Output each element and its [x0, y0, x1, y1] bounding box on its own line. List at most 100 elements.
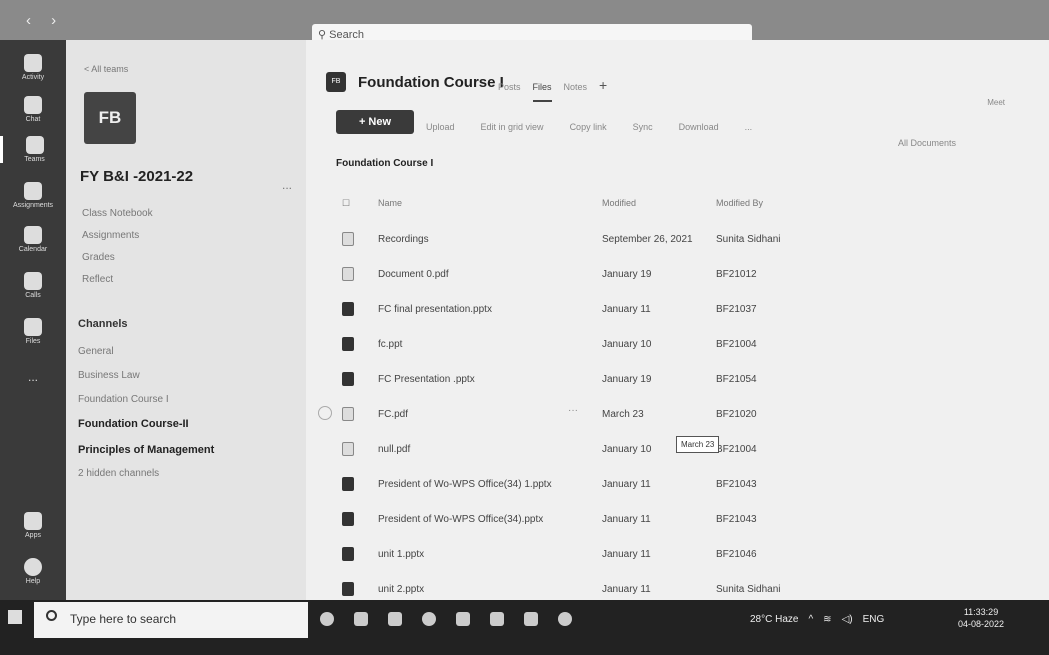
calendar-icon — [24, 226, 42, 244]
store-icon[interactable] — [456, 612, 470, 626]
file-name[interactable]: Recordings — [378, 234, 429, 245]
new-button[interactable]: + New — [336, 110, 414, 134]
sidebar-item-reflect[interactable]: Reflect — [82, 274, 113, 285]
file-icon — [24, 318, 42, 336]
sidebar-item-grades[interactable]: Grades — [82, 252, 115, 263]
file-modified: September 26, 2021 — [602, 234, 693, 245]
edit-grid-button[interactable]: Edit in grid view — [481, 122, 544, 132]
file-name[interactable]: null.pdf — [378, 444, 410, 455]
channel-foundation-course-i[interactable]: Foundation Course I — [78, 394, 169, 405]
file-modified: January 11 — [602, 479, 651, 490]
language-indicator[interactable]: ENG — [863, 614, 885, 625]
rail-assignments[interactable]: Assignments — [0, 182, 66, 209]
apps-icon — [24, 512, 42, 530]
file-row[interactable]: unit 1.pptx January 11 BF21046 — [306, 537, 1049, 573]
file-modified-by: BF21046 — [716, 549, 757, 560]
file-row[interactable]: Document 0.pdf January 19 BF21012 — [306, 257, 1049, 293]
task-view-icon[interactable] — [354, 612, 368, 626]
pdf-file-icon — [342, 442, 354, 456]
teams-taskbar-icon[interactable] — [490, 612, 504, 626]
file-name[interactable]: Document 0.pdf — [378, 269, 449, 280]
weather[interactable]: 28°C Haze — [750, 614, 798, 625]
ppt-file-icon — [342, 547, 354, 561]
file-row[interactable]: FC final presentation.pptx January 11 BF21… — [306, 292, 1049, 328]
help-icon — [24, 558, 42, 576]
chrome-icon[interactable] — [558, 612, 572, 626]
file-row[interactable]: FC Presentation .pptx January 19 BF21054 — [306, 362, 1049, 398]
upload-button[interactable]: Upload — [426, 122, 455, 132]
column-modified-by[interactable]: Modified By — [716, 198, 763, 208]
breadcrumb[interactable]: Foundation Course I — [336, 158, 433, 169]
sidebar-item-class-notebook[interactable]: Class Notebook — [82, 208, 153, 219]
hidden-channels-link[interactable]: 2 hidden channels — [78, 468, 159, 479]
file-modified: January 11 — [602, 549, 651, 560]
file-modified-by: BF21004 — [716, 339, 757, 350]
rail-help[interactable]: Help — [0, 558, 66, 585]
word-icon[interactable] — [524, 612, 538, 626]
file-name[interactable]: President of Wo-WPS Office(34).pptx — [378, 514, 543, 525]
file-row[interactable]: fc.ppt January 10 BF21004 — [306, 327, 1049, 363]
tab-notes[interactable]: Notes — [564, 82, 588, 102]
file-modified-by: BF21043 — [716, 479, 757, 490]
file-row[interactable]: President of Wo-WPS Office(34).pptx Janua… — [306, 502, 1049, 538]
system-tray: 28°C Haze ^ ≋ ◁) ENG — [750, 614, 884, 625]
team-more-options[interactable]: ... — [282, 178, 292, 192]
file-modified-by: BF21043 — [716, 514, 757, 525]
folder-icon[interactable] — [388, 612, 402, 626]
channel-general[interactable]: General — [78, 346, 114, 357]
ppt-file-icon — [342, 337, 354, 351]
windows-start-icon[interactable] — [8, 610, 22, 624]
tab-posts[interactable]: Posts — [498, 82, 521, 102]
bell-icon — [24, 54, 42, 72]
main-panel: FB Foundation Course I Posts Files Notes… — [306, 40, 1049, 600]
file-row[interactable]: President of Wo-WPS Office(34) 1.pptx Jan… — [306, 467, 1049, 503]
file-modified-by: BF21054 — [716, 374, 757, 385]
edge-icon[interactable] — [422, 612, 436, 626]
file-name[interactable]: unit 1.pptx — [378, 549, 424, 560]
channel-foundation-course-ii[interactable]: Foundation Course-II — [78, 418, 189, 430]
taskbar-search[interactable]: Type here to search — [34, 602, 308, 638]
column-modified[interactable]: Modified — [602, 198, 636, 208]
column-name[interactable]: Name — [378, 198, 402, 208]
download-button[interactable]: Download — [679, 122, 719, 132]
file-name[interactable]: FC Presentation .pptx — [378, 374, 475, 385]
row-more-icon[interactable]: ··· — [568, 405, 578, 416]
rail-more[interactable]: ... — [0, 370, 66, 384]
meet-button[interactable]: Meet — [987, 98, 1005, 107]
file-name[interactable]: FC.pdf — [378, 409, 408, 420]
channel-business-law[interactable]: Business Law — [78, 370, 140, 381]
clock[interactable]: 11:33:29 04-08-2022 — [958, 606, 1004, 630]
rail-files[interactable]: Files — [0, 318, 66, 345]
rail-teams[interactable]: Teams — [0, 136, 66, 163]
file-type-header-icon: ☐ — [342, 198, 351, 208]
sidebar-item-assignments[interactable]: Assignments — [82, 230, 139, 241]
back-to-teams-link[interactable]: < All teams — [84, 64, 128, 74]
volume-icon[interactable]: ◁) — [842, 614, 853, 625]
copy-link-button[interactable]: Copy link — [570, 122, 607, 132]
tab-files[interactable]: Files — [532, 82, 552, 102]
network-icon[interactable]: ≋ — [823, 614, 831, 625]
file-name[interactable]: fc.ppt — [378, 339, 402, 350]
rail-chat[interactable]: Chat — [0, 96, 66, 123]
file-modified: January 19 — [602, 269, 652, 280]
channel-principles-of-management[interactable]: Principles of Management — [78, 444, 214, 456]
cortana-icon[interactable] — [320, 612, 334, 626]
file-name[interactable]: FC final presentation.pptx — [378, 304, 492, 315]
file-row[interactable]: Recordings September 26, 2021 Sunita Sidha… — [306, 222, 1049, 258]
more-actions-button[interactable]: ... — [745, 122, 753, 132]
ppt-file-icon — [342, 477, 354, 491]
row-select-checkbox[interactable] — [318, 406, 332, 420]
view-selector[interactable]: All Documents — [898, 138, 956, 148]
rail-activity[interactable]: Activity — [0, 54, 66, 81]
rail-apps[interactable]: Apps — [0, 512, 66, 539]
rail-calls[interactable]: Calls — [0, 272, 66, 299]
file-name[interactable]: unit 2.pptx — [378, 584, 424, 595]
add-tab-button[interactable]: + — [599, 77, 607, 102]
nav-arrows[interactable]: ‹ › — [26, 12, 64, 29]
phone-icon — [24, 272, 42, 290]
rail-calendar[interactable]: Calendar — [0, 226, 66, 253]
file-row[interactable]: FC.pdf ··· March 23 BF21020 — [306, 397, 1049, 433]
tray-chevron-icon[interactable]: ^ — [808, 614, 813, 625]
file-name[interactable]: President of Wo-WPS Office(34) 1.pptx — [378, 479, 552, 490]
sync-button[interactable]: Sync — [633, 122, 653, 132]
